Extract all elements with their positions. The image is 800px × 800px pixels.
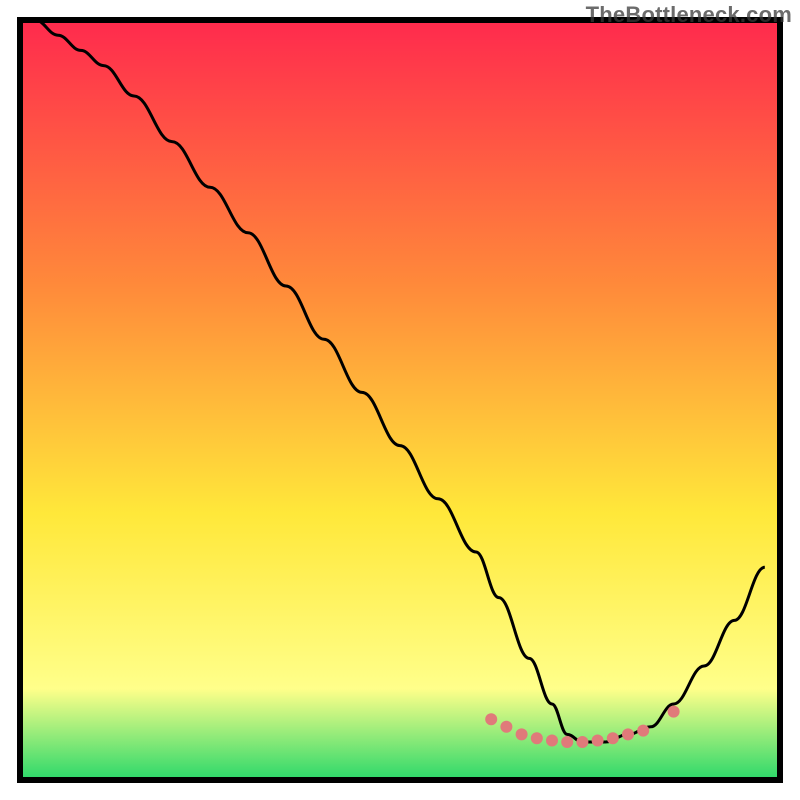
highlight-dot	[576, 736, 588, 748]
plot-background	[20, 20, 780, 780]
highlight-dot	[637, 725, 649, 737]
highlight-dot	[516, 728, 528, 740]
highlight-dot	[607, 732, 619, 744]
highlight-dot	[668, 706, 680, 718]
highlight-dot	[622, 728, 634, 740]
highlight-dot	[485, 713, 497, 725]
highlight-dot	[561, 736, 573, 748]
highlight-dot	[500, 721, 512, 733]
highlight-dot	[592, 734, 604, 746]
chart-container: TheBottleneck.com	[0, 0, 800, 800]
bottleneck-chart	[0, 0, 800, 800]
highlight-dot	[546, 734, 558, 746]
highlight-dot	[531, 732, 543, 744]
